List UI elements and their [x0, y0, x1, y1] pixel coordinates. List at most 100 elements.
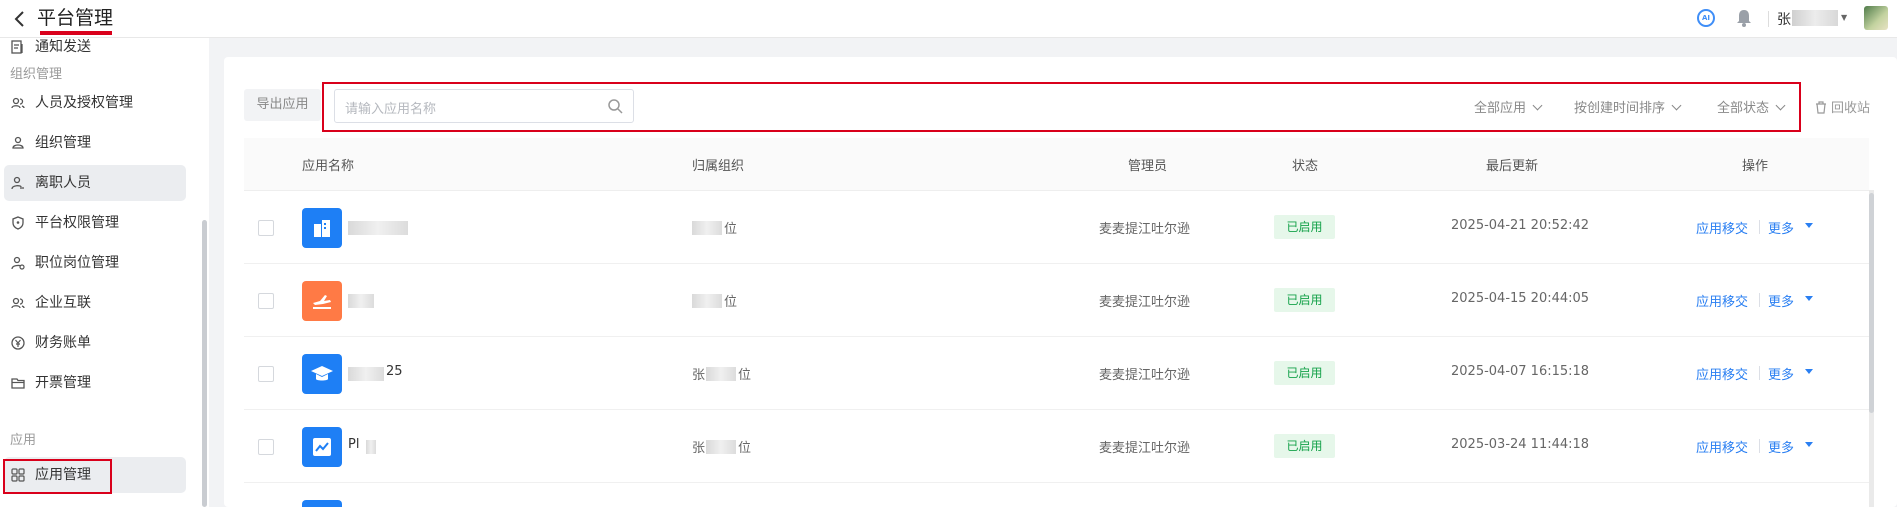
admin-name: 麦麦提江吐尔逊	[1099, 295, 1191, 310]
annotation-box-filter-bar	[322, 82, 1801, 132]
recycle-bin-label: 回收站	[1831, 101, 1871, 116]
sidebar-item-invoice[interactable]: 开票管理	[4, 365, 186, 401]
column-header-last-updated: 最后更新	[1486, 159, 1539, 174]
caret-down-icon[interactable]	[1805, 442, 1813, 447]
trend-chart-icon	[302, 427, 342, 467]
action-divider	[1759, 366, 1760, 380]
table-row[interactable]	[244, 483, 1869, 507]
sidebar: 通知发送 组织管理 人员及授权管理 组织管理 离职人员 平台权限管理 职位岗位管…	[0, 38, 209, 507]
recycle-bin-button[interactable]: 回收站	[1815, 97, 1870, 116]
row-checkbox[interactable]	[258, 220, 274, 236]
position-icon	[11, 256, 25, 270]
admin-name: 麦麦提江吐尔逊	[1099, 441, 1191, 456]
bell-icon[interactable]	[1735, 8, 1753, 28]
sidebar-item-label: 组织管理	[35, 135, 91, 151]
sidebar-item-label: 财务账单	[35, 335, 91, 351]
avatar[interactable]	[1864, 6, 1888, 30]
sidebar-item-permission[interactable]: 平台权限管理	[4, 205, 186, 241]
table-row[interactable]: Pl 张 位 麦麦提江吐尔逊 已启用 2025-03-24 11:44:18 应…	[244, 410, 1869, 483]
column-header-status: 状态	[1292, 159, 1319, 174]
app-name-redacted	[348, 367, 384, 381]
sidebar-item-enterprise-link[interactable]: 企业互联	[4, 285, 186, 321]
app-name[interactable]: Pl	[348, 437, 359, 452]
org-redacted	[706, 440, 736, 454]
column-header-org: 归属组织	[692, 159, 745, 174]
sidebar-item-notify[interactable]: 通知发送	[4, 29, 186, 65]
caret-down-icon[interactable]	[1805, 296, 1813, 301]
table-row[interactable]: 位 麦麦提江吐尔逊 已启用 2025-04-21 20:52:42 应用移交 更…	[244, 191, 1869, 264]
more-actions-link[interactable]: 更多	[1768, 437, 1794, 456]
shield-icon	[12, 216, 24, 230]
export-apps-button[interactable]: 导出应用	[244, 89, 321, 121]
status-badge: 已启用	[1274, 215, 1335, 239]
user-menu-caret-icon[interactable]: ▼	[1841, 13, 1847, 22]
admin-name: 麦麦提江吐尔逊	[1099, 222, 1191, 237]
more-actions-link[interactable]: 更多	[1768, 218, 1794, 237]
trash-icon	[1816, 101, 1826, 114]
column-header-actions: 操作	[1742, 159, 1769, 174]
annotation-box-app-management	[3, 459, 112, 494]
org-name: 张	[692, 441, 706, 456]
column-header-app-name: 应用名称	[302, 159, 355, 174]
sidebar-item-users[interactable]: 人员及授权管理	[4, 85, 186, 121]
last-updated: 2025-04-07 16:15:18	[1451, 364, 1590, 379]
send-list-icon	[11, 40, 23, 54]
sidebar-group-org: 组织管理	[10, 67, 63, 82]
more-actions-link[interactable]: 更多	[1768, 364, 1794, 383]
last-updated: 2025-03-24 11:44:18	[1451, 437, 1590, 452]
caret-down-icon[interactable]	[1805, 369, 1813, 374]
org-name: 位	[724, 295, 738, 310]
sidebar-item-label: 人员及授权管理	[35, 95, 133, 111]
transfer-app-link[interactable]: 应用移交	[1696, 291, 1748, 310]
sidebar-item-position[interactable]: 职位岗位管理	[4, 245, 186, 281]
action-divider	[1759, 293, 1760, 307]
more-actions-link[interactable]: 更多	[1768, 291, 1794, 310]
sidebar-item-billing[interactable]: 财务账单	[4, 325, 186, 361]
transfer-app-link[interactable]: 应用移交	[1696, 218, 1748, 237]
sidebar-scrollbar[interactable]	[202, 220, 207, 507]
user-name[interactable]: 张	[1777, 9, 1791, 29]
plane-icon	[302, 281, 342, 321]
sidebar-item-label: 开票管理	[35, 375, 91, 391]
action-divider	[1759, 439, 1760, 453]
building-icon	[302, 208, 342, 248]
top-header: 平台管理 AI 张 ▼	[0, 0, 1897, 38]
page-title: 平台管理	[37, 7, 114, 29]
table-scrollbar[interactable]	[1869, 193, 1874, 413]
app-name[interactable]: 25	[386, 364, 403, 379]
transfer-app-link[interactable]: 应用移交	[1696, 364, 1748, 383]
row-checkbox[interactable]	[258, 293, 274, 309]
app-icon-partial	[302, 500, 342, 507]
org-tree-icon	[12, 136, 24, 149]
org-redacted	[706, 367, 736, 381]
org-redacted	[692, 294, 722, 308]
row-checkbox[interactable]	[258, 366, 274, 382]
transfer-app-link[interactable]: 应用移交	[1696, 437, 1748, 456]
org-redacted	[692, 221, 722, 235]
sidebar-item-label: 平台权限管理	[35, 215, 119, 231]
status-badge: 已启用	[1274, 361, 1335, 385]
org-name-tail: 位	[738, 368, 752, 383]
org-name-tail: 位	[738, 441, 752, 456]
user-name-redacted	[1792, 10, 1838, 26]
app-name-redacted	[348, 221, 408, 235]
table-row[interactable]: 25 张 位 麦麦提江吐尔逊 已启用 2025-04-07 16:15:18 应…	[244, 337, 1869, 410]
app-name-redacted	[348, 294, 374, 308]
table-header: 应用名称 归属组织 管理员 状态 最后更新 操作	[244, 138, 1869, 191]
table-row[interactable]: 位 麦麦提江吐尔逊 已启用 2025-04-15 20:44:05 应用移交 更…	[244, 264, 1869, 337]
sidebar-item-departed[interactable]: 离职人员	[4, 165, 186, 201]
status-badge: 已启用	[1274, 288, 1335, 312]
graduation-cap-icon	[302, 354, 342, 394]
sidebar-item-label: 职位岗位管理	[35, 255, 119, 271]
back-icon[interactable]	[10, 9, 30, 29]
caret-down-icon[interactable]	[1805, 223, 1813, 228]
column-header-admin: 管理员	[1128, 159, 1168, 174]
ai-assistant-icon[interactable]: AI	[1697, 9, 1715, 27]
sidebar-item-label: 企业互联	[35, 295, 91, 311]
sidebar-item-org[interactable]: 组织管理	[4, 125, 186, 161]
row-checkbox[interactable]	[258, 439, 274, 455]
sidebar-item-label: 通知发送	[35, 39, 91, 55]
yen-icon	[11, 336, 25, 350]
users-icon	[11, 97, 25, 109]
app-name-redacted	[366, 440, 376, 454]
